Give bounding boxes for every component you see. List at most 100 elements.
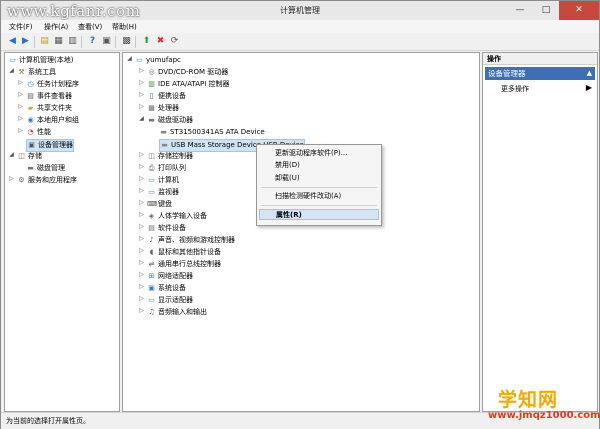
sound-icon: ♪ (149, 235, 154, 244)
expand-toggle-icon[interactable]: ▷ (138, 283, 145, 290)
expand-toggle-icon[interactable]: ▷ (138, 103, 145, 110)
device-display-icon[interactable]: ▩ (121, 36, 132, 47)
update-driver-icon[interactable]: ⬆ (141, 36, 152, 47)
minimize-button[interactable]: — (507, 1, 533, 20)
context-properties[interactable]: 属性(R) (259, 209, 379, 220)
nav-tree-item[interactable]: ⚙ 服务和应用程序 (17, 175, 77, 186)
device-tree-item[interactable]: ♪ 声音、视频和游戏控制器 (147, 235, 235, 246)
navigation-tree-pane[interactable]: ▭ 计算机管理(本地) ◢ ⚒ 系统工具 ▷ ◷ 任务计划程序 ▷ ▤ 事件查看器 ▷ ▰ 共享文件夹 ▷ ◉… (4, 52, 120, 412)
nav-tree-item[interactable]: ▬ 磁盘管理 (26, 163, 65, 174)
device-tree-item[interactable]: ▤ 软件设备 (147, 223, 186, 234)
device-tree-item[interactable]: ◈ 人体学输入设备 (147, 211, 207, 222)
computer-icon: ▭ (9, 55, 16, 64)
expand-toggle-icon[interactable]: ▷ (138, 271, 145, 278)
nav-tree-item[interactable]: ▰ 共享文件夹 (26, 103, 72, 114)
device-tree-item[interactable]: ▭ 计算机 (147, 175, 179, 186)
device-tree-item[interactable]: ▦ 处理器 (147, 103, 179, 114)
expand-toggle-icon[interactable]: ▷ (138, 223, 145, 230)
collapse-arrow-icon[interactable]: ▲ (587, 67, 592, 80)
expand-toggle-icon[interactable]: ▷ (138, 67, 145, 74)
nav-tree-item[interactable]: ◷ 任务计划程序 (26, 79, 79, 90)
device-tree-item[interactable]: ⌨键盘 (147, 199, 172, 210)
device-tree-item[interactable]: ⊞ 网络适配器 (147, 271, 193, 282)
action-section-device-manager[interactable]: 设备管理器 ▲ (485, 67, 595, 80)
context-update-driver[interactable]: 更新驱动程序软件(P)... (259, 148, 379, 159)
properties-icon[interactable]: ▣ (101, 36, 112, 47)
device-tree-item[interactable]: ⇌ 通用串行总线控制器 (147, 259, 221, 270)
device-tree-pane[interactable]: ◢ ▭ yumufapc ▷ ◎ DVD/CD-ROM 驱动器 ▷ ▥ IDE ATA/ATAP… (122, 52, 480, 412)
expand-toggle-icon[interactable]: ▷ (17, 103, 24, 110)
nav-tree-item[interactable]: ⚒ 系统工具 (17, 67, 56, 78)
context-scan-hardware[interactable]: 扫描检测硬件改动(A) (259, 191, 379, 202)
device-tree-item[interactable]: ▭ 显示适配器 (147, 295, 193, 306)
back-icon[interactable]: ◀ (7, 36, 18, 47)
nav-tree-item[interactable]: ▤ 事件查看器 (26, 91, 72, 102)
forward-icon[interactable]: ▶ (20, 36, 31, 47)
expand-toggle-icon[interactable]: ◢ (8, 67, 15, 74)
context-uninstall[interactable]: 卸载(U) (259, 173, 379, 184)
event-icon: ▤ (27, 91, 34, 100)
nav-tree-label: 性能 (37, 128, 51, 136)
device-tree-label: 打印队列 (158, 164, 186, 172)
nav-tree-item[interactable]: ▭ 计算机管理(本地) (8, 55, 73, 66)
expand-toggle-icon[interactable]: ◢ (8, 151, 15, 158)
expand-toggle-icon[interactable]: ▷ (17, 127, 24, 134)
expand-toggle-icon[interactable]: ▷ (138, 211, 145, 218)
expand-toggle-icon[interactable]: ▷ (138, 247, 145, 254)
expand-toggle-icon[interactable]: ▷ (17, 115, 24, 122)
device-tree-item[interactable]: ▭ yumufapc (135, 55, 181, 66)
expand-toggle-icon[interactable]: ▷ (138, 175, 145, 182)
device-tree-item[interactable]: ◎ DVD/CD-ROM 驱动器 (147, 67, 228, 78)
branding-url: www.jmqz1000.com (488, 410, 600, 421)
expand-toggle-icon[interactable]: ▷ (138, 163, 145, 170)
nav-tree-item[interactable]: ◫ 存储 (17, 151, 42, 162)
menu-view[interactable]: 查看(V) (78, 22, 102, 32)
hdd-icon: ▬ (161, 140, 168, 149)
nav-tree-item[interactable]: ◔ 性能 (26, 127, 51, 138)
device-tree-item[interactable]: ◖ 鼠标和其他指针设备 (147, 247, 221, 258)
device-tree-item[interactable]: ▥ IDE ATA/ATAPI 控制器 (147, 79, 229, 90)
device-tree-label: 系统设备 (158, 284, 186, 292)
storage-ctrl-icon: ◫ (148, 151, 155, 160)
expand-toggle-icon[interactable]: ▷ (138, 199, 145, 206)
device-tree-item[interactable]: ▬ ST31500341AS ATA Device (159, 127, 265, 138)
device-tree-item[interactable]: ♫ 音频输入和输出 (147, 307, 207, 318)
title-bar[interactable]: www.kgfanr.com 计算机管理 — □ ✕ (1, 1, 599, 20)
context-disable[interactable]: 禁用(D) (259, 160, 379, 171)
menu-file[interactable]: 文件(F) (9, 22, 33, 32)
list-view-icon[interactable]: ▥ (67, 36, 78, 47)
close-button[interactable]: ✕ (559, 1, 599, 20)
device-tree-item[interactable]: ◫ 存储控制器 (147, 151, 193, 162)
expand-toggle-icon[interactable]: ▷ (138, 91, 145, 98)
show-hide-tree-icon[interactable]: ▦ (53, 36, 64, 47)
maximize-button[interactable]: □ (533, 1, 559, 20)
expand-toggle-icon[interactable]: ▷ (138, 79, 145, 86)
expand-toggle-icon[interactable]: ▷ (17, 79, 24, 86)
device-tree-item[interactable]: ▯ 便携设备 (147, 91, 186, 102)
menu-action[interactable]: 操作(A) (44, 22, 68, 32)
expand-toggle-icon[interactable]: ▷ (138, 187, 145, 194)
expand-toggle-icon[interactable]: ▷ (138, 259, 145, 266)
device-tree-item[interactable]: ⎙ 打印队列 (147, 163, 186, 174)
expand-toggle-icon[interactable]: ▷ (138, 307, 145, 314)
device-tree-item[interactable]: ▣ 系统设备 (147, 283, 186, 294)
nav-tree-item[interactable]: ◉ 本地用户和组 (26, 115, 79, 126)
expand-toggle-icon[interactable]: ▷ (138, 235, 145, 242)
device-tree-item[interactable]: ▭ 监视器 (147, 187, 179, 198)
expand-toggle-icon[interactable]: ◢ (126, 55, 133, 62)
expand-toggle-icon[interactable]: ◢ (138, 115, 145, 122)
expand-toggle-icon[interactable]: ▷ (17, 91, 24, 98)
scan-hardware-icon[interactable]: ⟳ (169, 36, 180, 47)
menu-help[interactable]: 帮助(H) (112, 22, 137, 32)
up-folder-icon[interactable]: ▤ (39, 36, 50, 47)
uninstall-icon[interactable]: ✖ (155, 36, 166, 47)
expand-toggle-icon[interactable]: ▷ (138, 295, 145, 302)
expand-toggle-icon[interactable]: ▷ (8, 175, 15, 182)
device-tree-label: 音频输入和输出 (158, 308, 207, 316)
device-tree-item[interactable]: ▬ 磁盘驱动器 (147, 115, 193, 126)
expand-toggle-icon[interactable]: ▷ (138, 151, 145, 158)
more-actions-arrow-icon[interactable]: ▶ (586, 83, 592, 92)
more-actions-item[interactable]: 更多操作 (501, 84, 529, 94)
help-icon[interactable]: ? (87, 36, 98, 47)
computer-icon: ▭ (148, 175, 155, 184)
